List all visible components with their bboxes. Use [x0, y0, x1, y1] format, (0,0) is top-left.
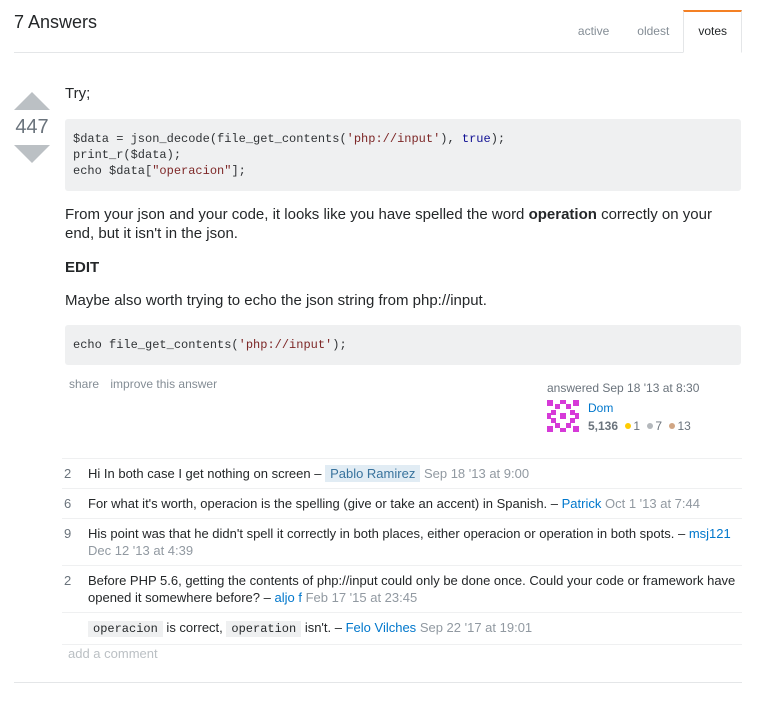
reputation-score: 5,136 — [588, 419, 619, 433]
comment-date[interactable]: Dec 12 '13 at 4:39 — [88, 543, 193, 558]
answers-header: 7 Answers active oldest votes — [14, 0, 742, 53]
sort-tabs: active oldest votes — [564, 10, 742, 53]
code-block-1: $data = json_decode(file_get_contents('p… — [65, 118, 741, 191]
bold-word: operation — [528, 205, 597, 223]
code-block-2: echo file_get_contents('php://input'); — [65, 324, 741, 365]
comment-date[interactable]: Feb 17 '15 at 23:45 — [306, 590, 418, 605]
code-string: 'php://input' — [346, 131, 441, 146]
code-text: $data = json_decode(file_get_contents( — [73, 131, 347, 146]
code-text: echo $data[ — [73, 163, 153, 178]
user-name-link[interactable]: Dom — [588, 401, 613, 415]
comment-text: His point was that he didn't spell it co… — [88, 526, 686, 541]
comment-date[interactable]: Oct 1 '13 at 7:44 — [605, 496, 700, 511]
comment: operacion is correct, operation isn't. –… — [62, 613, 742, 645]
comment: 2 Hi In both case I get nothing on scree… — [62, 459, 742, 489]
comment-user-link[interactable]: msj121 — [689, 526, 731, 541]
code-text: ), — [440, 131, 462, 146]
answer-body: Try; $data = json_decode(file_get_conten… — [65, 84, 741, 365]
comments-list: 2 Hi In both case I get nothing on scree… — [62, 458, 742, 645]
inline-code: operation — [226, 621, 302, 637]
edit-heading: EDIT — [65, 258, 100, 276]
comment-user-link[interactable]: Pablo Ramirez — [325, 465, 421, 482]
comment-score: 6 — [64, 496, 72, 511]
improve-answer-link[interactable]: improve this answer — [110, 377, 217, 391]
comment: 2 Before PHP 5.6, getting the contents o… — [62, 566, 742, 613]
comment-score: 2 — [64, 573, 72, 588]
comment: 9 His point was that he didn't spell it … — [62, 519, 742, 566]
comment-text: isn't. – — [301, 620, 342, 635]
add-comment-link[interactable]: add a comment — [68, 646, 158, 661]
comment-user-link[interactable]: Patrick — [562, 496, 602, 511]
code-text: ]; — [231, 163, 246, 178]
paragraph-text: From your json and your code, it looks l… — [65, 205, 529, 223]
answer-divider — [14, 682, 742, 683]
answer-paragraph-1: From your json and your code, it looks l… — [65, 205, 741, 244]
comment-score: 9 — [64, 526, 72, 541]
user-signature: answered Sep 18 '13 at 8:30 Dom 5,136 1 … — [547, 381, 737, 433]
answered-timestamp: answered Sep 18 '13 at 8:30 — [547, 381, 700, 395]
bronze-badge-icon — [669, 423, 676, 429]
comment-user-link[interactable]: aljo f — [274, 590, 301, 605]
silver-badge-icon — [647, 423, 654, 429]
code-text: echo file_get_contents( — [73, 337, 239, 352]
comment-text: For what it's worth, operacion is the sp… — [88, 496, 558, 511]
comment: 6 For what it's worth, operacion is the … — [62, 489, 742, 519]
inline-code: operacion — [88, 621, 163, 637]
answer-intro: Try; — [65, 85, 91, 102]
code-text: print_r($data); — [73, 147, 182, 162]
vote-count: 447 — [15, 116, 49, 138]
comment-date[interactable]: Sep 22 '17 at 19:01 — [420, 620, 532, 635]
code-text: ); — [490, 131, 506, 146]
user-avatar[interactable] — [547, 400, 579, 432]
gold-badge-count: 1 — [633, 419, 641, 433]
comment-user-link[interactable]: Felo Vilches — [346, 620, 417, 635]
bronze-badge-count: 13 — [677, 419, 691, 433]
answers-count-heading: 7 Answers — [14, 12, 98, 32]
comment-text: Hi In both case I get nothing on screen … — [88, 466, 322, 481]
upvote-arrow-icon[interactable] — [14, 92, 50, 110]
silver-badge-count: 7 — [655, 419, 663, 433]
comment-text: is correct, — [162, 620, 227, 635]
post-menu: share improve this answer — [69, 377, 225, 391]
code-string: "operacion" — [152, 163, 232, 178]
share-link[interactable]: share — [69, 377, 99, 391]
tab-active[interactable]: active — [564, 10, 623, 52]
code-text: ); — [332, 337, 347, 352]
user-reputation: 5,136 1 7 13 — [588, 419, 691, 433]
comment-score: 2 — [64, 466, 72, 481]
comment-date[interactable]: Sep 18 '13 at 9:00 — [424, 466, 529, 481]
gold-badge-icon — [625, 423, 632, 429]
tab-oldest[interactable]: oldest — [623, 10, 683, 52]
answer-paragraph-2: Maybe also worth trying to echo the json… — [65, 292, 487, 309]
downvote-arrow-icon[interactable] — [14, 145, 50, 163]
code-keyword: true — [461, 131, 491, 146]
vote-cell: 447 — [14, 92, 50, 163]
code-string: 'php://input' — [238, 337, 333, 352]
tab-votes[interactable]: votes — [683, 10, 742, 53]
